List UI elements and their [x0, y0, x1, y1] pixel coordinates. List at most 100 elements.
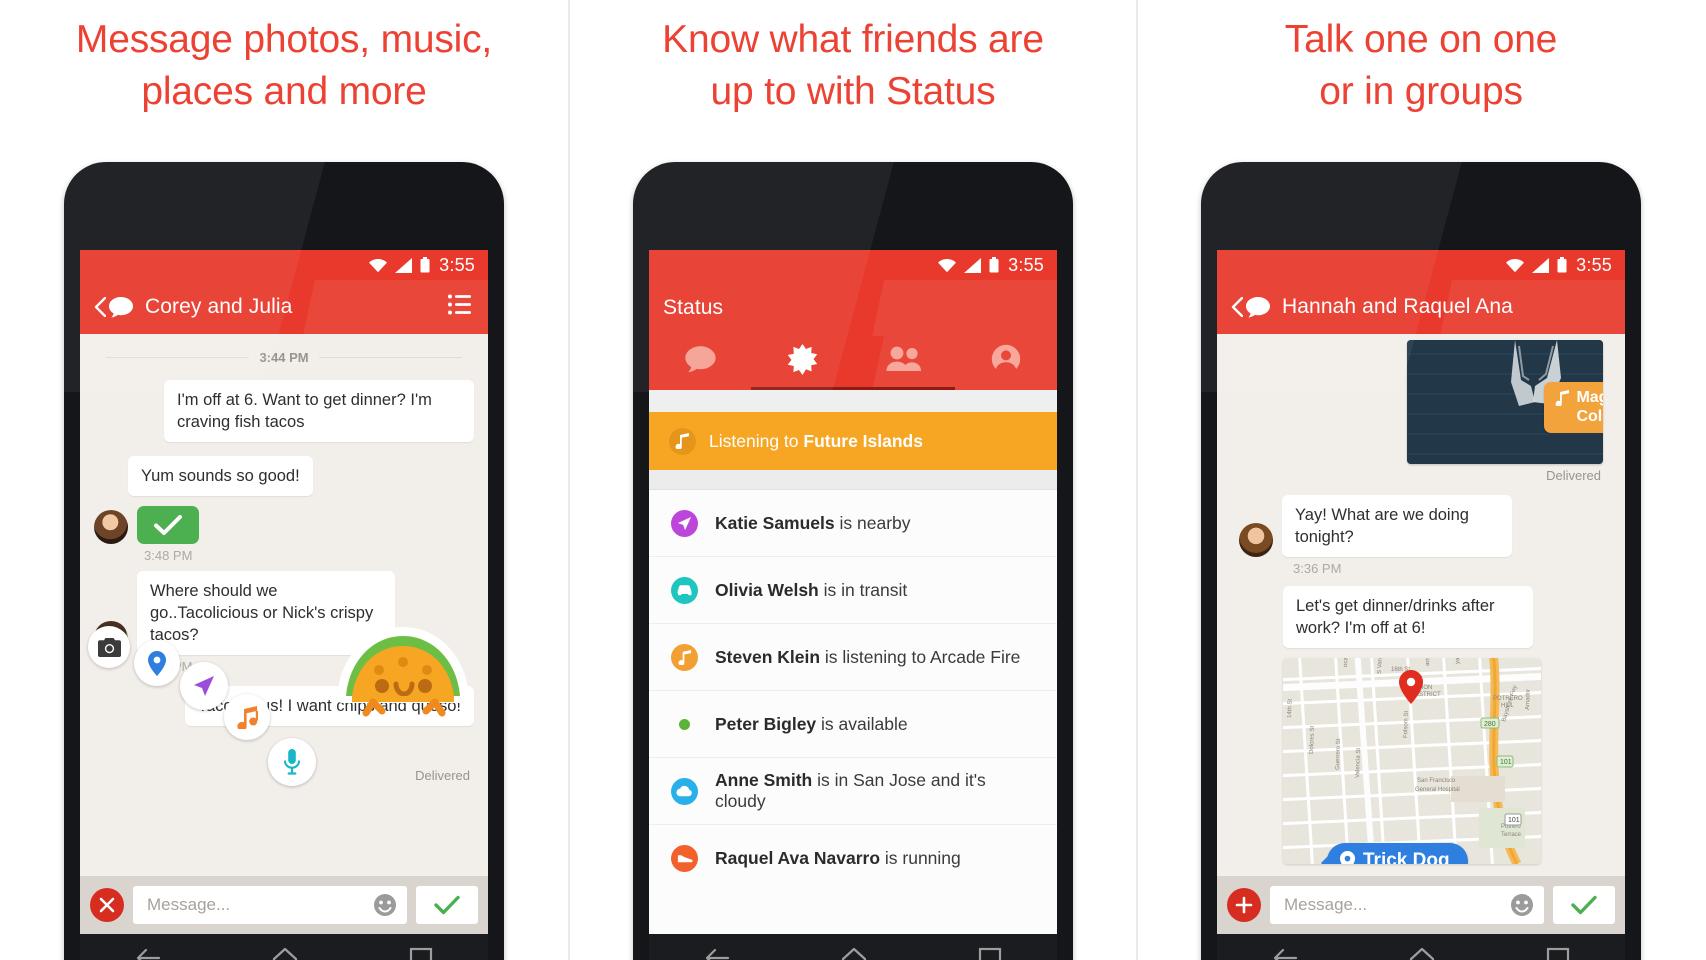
now-playing-label: Listening to Future Islands — [709, 431, 923, 452]
person-circle-icon — [991, 344, 1021, 374]
status-list-item[interactable]: Peter Bigley is available — [649, 691, 1057, 758]
message-bubble[interactable]: I'm off at 6. Want to get dinner? I'm cr… — [164, 380, 474, 442]
battery-icon — [420, 257, 430, 273]
android-status-bar: 3:55 — [1217, 250, 1625, 280]
camera-attach-button[interactable] — [88, 626, 130, 668]
phone-mockup-1: 3:55 Corey and Julia 3:44 PM I'm off at … — [64, 162, 504, 960]
status-item-name: Peter Bigley — [715, 713, 817, 734]
phone-screen-3: 3:55 Hannah and Raquel Ana Ma Col Delive… — [1217, 250, 1625, 960]
microphone-icon — [284, 749, 300, 775]
home-nav-icon[interactable] — [272, 947, 298, 960]
status-list-item[interactable]: Steven Klein is listening to Arcade Fire — [649, 624, 1057, 691]
recents-nav-icon[interactable] — [978, 947, 1002, 960]
back-nav-icon[interactable] — [135, 947, 161, 960]
status-item-status: is running — [880, 848, 961, 868]
music-note-icon — [669, 427, 696, 455]
status-top-gap — [649, 390, 1057, 412]
status-list-item[interactable]: Katie Samuels is nearby — [649, 490, 1057, 557]
music-attach-button[interactable] — [224, 694, 270, 740]
taco-sticker[interactable] — [330, 626, 476, 743]
photo-message[interactable]: Magic Coldplay — [1407, 340, 1603, 464]
status-item-status: is available — [816, 713, 908, 734]
tab-status[interactable] — [751, 336, 955, 390]
status-list-separator — [649, 470, 1057, 490]
message-bubble[interactable]: Let's get dinner/drinks after work? I'm … — [1283, 586, 1533, 648]
close-icon — [99, 897, 115, 913]
signal-icon — [395, 257, 413, 273]
map-message[interactable]: 16th St ocas St S Van Ness Ave arrison S… — [1283, 658, 1541, 864]
wifi-icon — [938, 258, 957, 272]
location-attach-button[interactable] — [134, 640, 180, 686]
checkmark-sticker-bubble[interactable] — [137, 506, 199, 544]
status-item-text: Olivia Welsh is in transit — [715, 580, 907, 601]
signal-icon — [1532, 257, 1550, 273]
recents-nav-icon[interactable] — [409, 947, 433, 960]
camera-icon — [97, 637, 121, 657]
add-attachment-button[interactable] — [1227, 888, 1261, 922]
music-status-badge[interactable]: Magic Coldplay — [1544, 382, 1603, 433]
svg-text:Terrace: Terrace — [1501, 832, 1522, 838]
tab-profile[interactable] — [955, 336, 1057, 390]
phone-mockup-3: 3:55 Hannah and Raquel Ana Ma Col Delive… — [1201, 162, 1641, 960]
tab-friends[interactable] — [853, 336, 955, 390]
status-item-text: Raquel Ava Navarro is running — [715, 848, 961, 869]
delivered-label: Delivered — [415, 768, 470, 783]
checkmark-icon — [154, 515, 182, 535]
location-arrow-icon — [671, 509, 698, 537]
message-bubble[interactable]: Yay! What are we doing tonight? — [1282, 495, 1512, 557]
panel-2-headline: Know what friends are up to with Status — [662, 18, 1044, 113]
send-button-1[interactable] — [416, 886, 478, 924]
back-chevron-icon — [1231, 297, 1243, 317]
send-button-3[interactable] — [1553, 886, 1615, 924]
svg-text:101: 101 — [1500, 759, 1512, 766]
list-menu-icon[interactable] — [448, 294, 472, 320]
share-location-button[interactable] — [180, 662, 228, 710]
recents-nav-icon[interactable] — [1546, 947, 1570, 960]
status-item-name: Steven Klein — [715, 646, 821, 667]
location-pin-icon — [1339, 850, 1356, 864]
add-icon — [1235, 896, 1253, 914]
phone-screen-2: 3:55 Status Listening to Future Islands … — [649, 250, 1057, 960]
status-item-name: Raquel Ava Navarro — [715, 848, 881, 868]
voice-attach-button[interactable] — [268, 738, 316, 786]
promo-panel-1: Message photos, music, places and more 3… — [0, 0, 568, 960]
svg-text:Amador: Amador — [1525, 689, 1532, 710]
compose-bar-1: Message... — [80, 876, 488, 934]
message-input-3[interactable]: Message... — [1270, 886, 1544, 924]
send-arrow-icon — [194, 676, 214, 696]
back-button-3[interactable] — [1231, 296, 1271, 319]
status-list-item[interactable]: Raquel Ava Navarro is running — [649, 825, 1057, 892]
svg-text:General Hospital: General Hospital — [1415, 787, 1460, 793]
status-item-text: Anne Smith is in San Jose and it's cloud… — [715, 770, 1035, 812]
music-note-icon — [1556, 390, 1570, 406]
status-item-name: Anne Smith — [715, 770, 813, 790]
checkmark-send-icon — [1571, 895, 1597, 915]
back-button-1[interactable] — [94, 296, 134, 319]
tab-chats[interactable] — [649, 336, 751, 390]
people-icon — [886, 346, 921, 371]
music-badge-artist: Coldplay — [1576, 408, 1603, 425]
message-timestamp: 3:48 PM — [144, 548, 193, 563]
conversation-title-1: Corey and Julia — [145, 295, 293, 318]
home-nav-icon[interactable] — [841, 947, 867, 960]
home-nav-icon[interactable] — [1409, 947, 1435, 960]
svg-text:Valencia St: Valencia St — [1355, 748, 1362, 778]
phone-mockup-2: 3:55 Status Listening to Future Islands … — [633, 162, 1073, 960]
wifi-icon — [1506, 258, 1525, 272]
close-attachments-button[interactable] — [90, 888, 124, 922]
divider-line-right — [318, 357, 463, 358]
message-bubble[interactable]: Yum sounds so good! — [128, 456, 313, 496]
now-playing-prefix: Listening to — [709, 430, 804, 451]
map-thumbnail: 16th St ocas St S Van Ness Ave arrison S… — [1283, 658, 1541, 864]
back-nav-icon[interactable] — [704, 947, 730, 960]
now-playing-banner[interactable]: Listening to Future Islands — [649, 412, 1057, 470]
place-tag-pill[interactable]: Trick Dog — [1321, 843, 1468, 864]
battery-icon — [989, 257, 999, 273]
message-input-1[interactable]: Message... — [133, 886, 407, 924]
status-list-item[interactable]: Olivia Welsh is in transit — [649, 557, 1057, 624]
status-list-item[interactable]: Anne Smith is in San Jose and it's cloud… — [649, 758, 1057, 825]
star-burst-icon — [787, 343, 817, 375]
status-list: Katie Samuels is nearby Olivia Welsh is … — [649, 490, 1057, 892]
back-nav-icon[interactable] — [1272, 947, 1298, 960]
now-playing-value: Future Islands — [803, 430, 923, 451]
